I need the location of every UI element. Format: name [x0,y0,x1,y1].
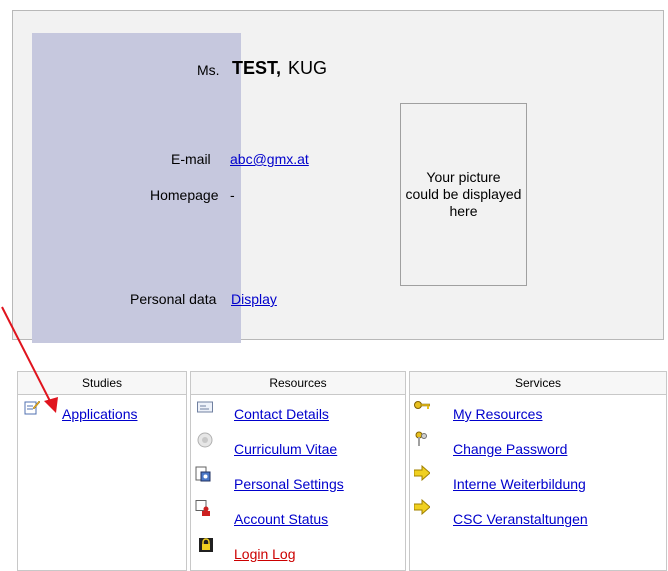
personal-settings-link[interactable]: Personal Settings [234,474,344,494]
personal-data-display-link[interactable]: Display [231,291,277,307]
photo-placeholder-line1: Your picture [426,169,501,185]
photo-placeholder-line2: could be displayed [405,186,522,202]
email-link[interactable]: abc@gmx.at [230,151,309,167]
first-name: KUG [288,58,328,78]
resources-heading: Resources [191,372,405,395]
personal-data-label: Personal data [130,291,217,307]
contact-details-link[interactable]: Contact Details [234,404,329,424]
my-resources-link[interactable]: My Resources [453,404,542,424]
address-card-icon [197,401,213,413]
applications-link[interactable]: Applications [62,404,138,424]
annotation-arrow [1,306,58,413]
lock-icon [199,538,213,552]
arrow-sign-icon [414,499,430,515]
arrow-sign-icon [414,465,430,481]
change-password-link[interactable]: Change Password [453,439,567,459]
interne-weiterbildung-link[interactable]: Interne Weiterbildung [453,474,586,494]
resources-column: Resources [190,371,406,571]
keys-icon [415,431,427,446]
salutation: Ms. [197,62,220,78]
last-name: TEST, [232,58,282,78]
photo-placeholder: Your picture could be displayed here [400,103,527,286]
login-log-link[interactable]: Login Log [234,544,296,564]
account-status-icon [195,500,210,516]
homepage-value: - [230,187,235,203]
key-icon [414,401,430,409]
homepage-label: Homepage [150,187,219,203]
email-label: E-mail [171,151,211,167]
settings-document-icon [195,466,211,482]
cv-badge-icon [197,432,213,448]
services-heading: Services [410,372,666,395]
curriculum-vitae-link[interactable]: Curriculum Vitae [234,439,337,459]
csc-veranstaltungen-link[interactable]: CSC Veranstaltungen [453,509,588,529]
account-status-link[interactable]: Account Status [234,509,328,529]
photo-placeholder-line3: here [449,203,478,219]
services-column: Services [409,371,667,571]
